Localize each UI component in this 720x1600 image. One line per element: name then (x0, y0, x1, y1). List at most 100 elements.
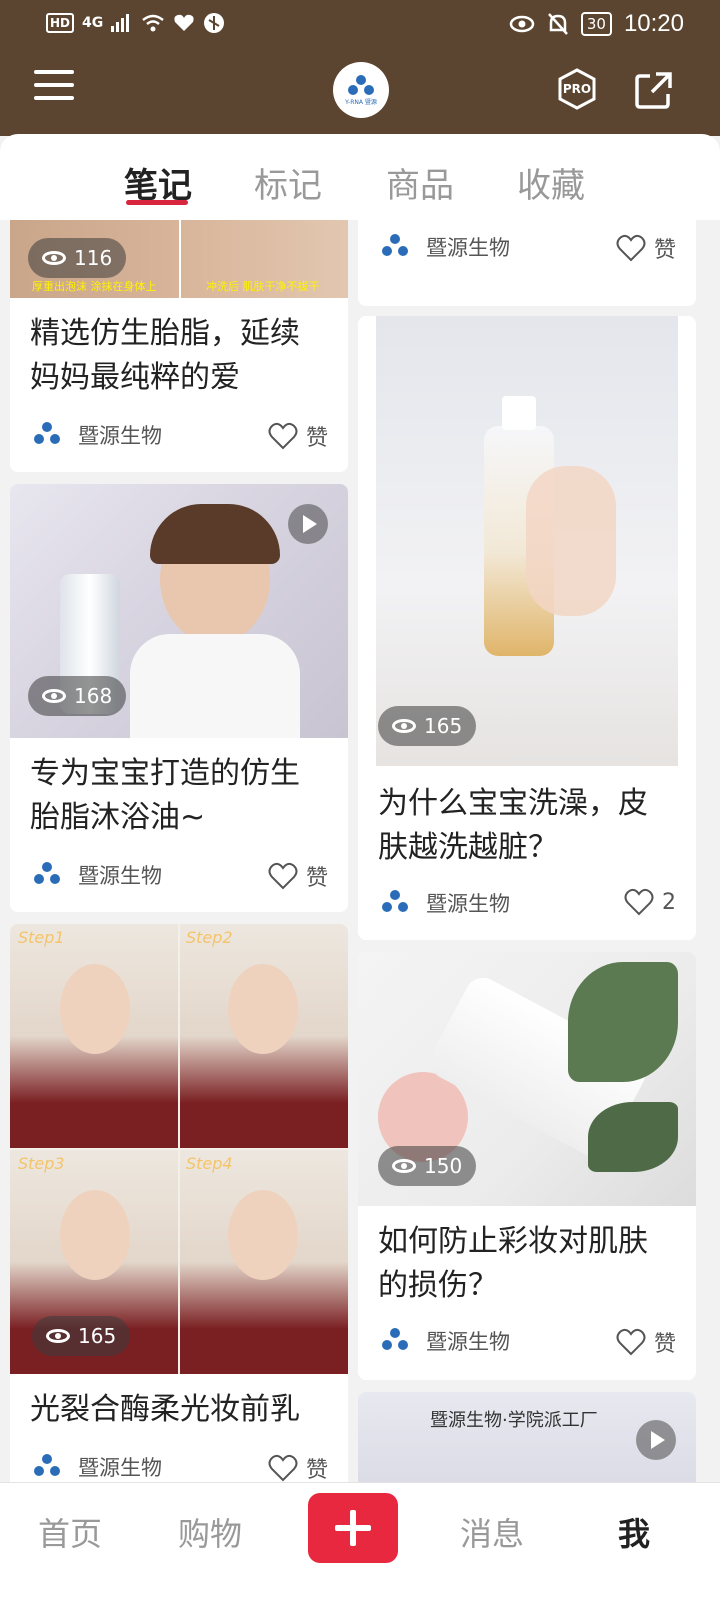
author-avatar (32, 420, 62, 450)
eye-icon (392, 719, 416, 733)
eye-icon (42, 251, 66, 265)
note-card[interactable]: 暨源生物·学院派工厂 (358, 1392, 696, 1482)
notes-feed[interactable]: 厚重出泡沫 涂抹在身体上 冲洗后 肌肤干净不拔干 116 精选仿生胎脂，延续 妈… (0, 220, 720, 1482)
view-count: 165 (378, 706, 477, 746)
menu-button[interactable] (34, 70, 74, 104)
health-heart-icon (174, 14, 194, 32)
note-author[interactable]: 暨源生物 (380, 888, 510, 918)
logo-mark-icon (348, 74, 374, 95)
like-button[interactable]: 赞 (616, 1326, 676, 1358)
note-card[interactable]: 165 为什么宝宝洗澡，皮 肤越洗越脏？ 暨源生物 2 (358, 316, 696, 940)
note-author[interactable]: 暨源生物 (32, 1452, 162, 1482)
like-button[interactable]: 赞 (268, 1452, 328, 1482)
like-count: 赞 (653, 238, 676, 263)
view-count-value: 165 (424, 714, 463, 738)
view-count: 165 (32, 1316, 131, 1356)
add-note-button[interactable] (308, 1493, 398, 1563)
author-avatar (380, 232, 410, 262)
bottle-pump (502, 396, 536, 430)
step-label: Step3 (18, 1154, 65, 1173)
play-icon[interactable] (636, 1420, 676, 1460)
play-icon[interactable] (288, 504, 328, 544)
eye-icon (42, 689, 66, 703)
note-card[interactable]: Step1 Step2 Step3 Step4 165 光裂合酶柔光妆前乳 暨源… (10, 924, 348, 1482)
eye-icon (46, 1329, 70, 1343)
note-title[interactable]: 如何防止彩妆对肌肤 的损伤？ (378, 1220, 648, 1308)
note-title-line: 胎脂沐浴油~ (30, 800, 206, 835)
view-count-value: 116 (74, 246, 113, 270)
status-right: 30 10:20 (509, 10, 684, 38)
like-count: 赞 (305, 426, 328, 451)
view-count-value: 168 (74, 684, 113, 708)
note-title-line: 专为宝宝打造的仿生 (30, 756, 300, 791)
note-title[interactable]: 精选仿生胎脂，延续 妈妈最纯粹的爱 (30, 312, 300, 400)
note-card[interactable]: 168 专为宝宝打造的仿生 胎脂沐浴油~ 暨源生物 赞 (10, 484, 348, 912)
clock: 10:20 (623, 10, 684, 37)
author-avatar (32, 860, 62, 890)
nav-me[interactable]: 我 (618, 1509, 650, 1555)
note-title-line: 肤越洗越脏？ (378, 830, 558, 865)
note-thumbnail: 165 (376, 316, 678, 766)
like-button[interactable]: 赞 (268, 420, 328, 452)
view-count: 116 (28, 238, 127, 278)
author-name: 暨源生物 (426, 892, 510, 916)
heart-icon (268, 422, 298, 450)
note-card[interactable]: 厚重出泡沫 涂抹在身体上 冲洗后 肌肤干净不拔干 116 精选仿生胎脂，延续 妈… (10, 220, 348, 472)
bottom-nav: 首页 购物 消息 我 (0, 1482, 720, 1600)
model-face (228, 1190, 298, 1280)
note-title[interactable]: 专为宝宝打造的仿生 胎脂沐浴油~ (30, 752, 300, 840)
note-title[interactable]: 光裂合酶柔光妆前乳 (30, 1388, 300, 1432)
tab-favorites[interactable]: 收藏 (517, 158, 585, 207)
nav-messages[interactable]: 消息 (460, 1509, 524, 1555)
author-avatar (380, 888, 410, 918)
note-title-line: 如何防止彩妆对肌肤 (378, 1224, 648, 1259)
thumbnail-caption: 厚重出泡沫 涂抹在身体上 (32, 280, 157, 293)
rose-leaves (568, 962, 678, 1082)
menu-icon-line (34, 83, 74, 87)
presenter-hair (150, 504, 280, 564)
note-title-line: 妈妈最纯粹的爱 (30, 360, 240, 395)
banner-text: 暨源生物·学院派工厂 (430, 1410, 598, 1431)
note-card[interactable]: 150 如何防止彩妆对肌肤 的损伤？ 暨源生物 赞 (358, 952, 696, 1380)
note-card[interactable]: 暨源生物 赞 (358, 220, 696, 306)
like-button[interactable]: 赞 (268, 860, 328, 892)
rose-leaves (588, 1102, 678, 1172)
brand-logo[interactable]: Y-RNA 暨源 (333, 62, 389, 118)
model-face (60, 964, 130, 1054)
note-author[interactable]: 暨源生物 (32, 860, 162, 890)
author-name: 暨源生物 (78, 864, 162, 888)
thumbnail-caption: 冲洗后 肌肤干净不拔干 (206, 280, 320, 293)
note-title[interactable]: 为什么宝宝洗澡，皮 肤越洗越脏？ (378, 782, 648, 870)
note-thumbnail: Step1 Step2 Step3 Step4 165 (10, 924, 348, 1374)
mute-bell-icon (547, 13, 568, 35)
author-name: 暨源生物 (78, 1456, 162, 1480)
app-notification-icon (204, 13, 225, 33)
like-count: 赞 (305, 866, 328, 891)
app-header: Y-RNA 暨源 PRO (0, 50, 720, 136)
step-label: Step4 (186, 1154, 233, 1173)
nav-shopping[interactable]: 购物 (178, 1509, 242, 1555)
like-count: 赞 (305, 1458, 328, 1482)
heart-icon (268, 1454, 298, 1482)
nav-home[interactable]: 首页 (38, 1509, 102, 1555)
step-label: Step2 (186, 928, 233, 947)
share-external-icon[interactable] (634, 70, 674, 110)
pro-button[interactable]: PRO (558, 68, 596, 110)
heart-icon (616, 1328, 646, 1356)
note-thumbnail: 厚重出泡沫 涂抹在身体上 冲洗后 肌肤干净不拔干 116 (10, 220, 348, 298)
author-avatar (380, 1326, 410, 1356)
hand (526, 466, 616, 616)
like-button[interactable]: 赞 (616, 232, 676, 264)
status-left: HD 4G (46, 12, 225, 34)
note-thumbnail: 168 (10, 484, 348, 738)
note-title-line: 精选仿生胎脂，延续 (30, 316, 300, 351)
tab-marks[interactable]: 标记 (254, 158, 322, 207)
active-tab-indicator (126, 200, 188, 205)
note-author[interactable]: 暨源生物 (380, 1326, 510, 1356)
tab-products[interactable]: 商品 (386, 158, 454, 207)
like-button[interactable]: 2 (624, 888, 676, 916)
note-author[interactable]: 暨源生物 (380, 232, 510, 262)
author-name: 暨源生物 (78, 424, 162, 448)
note-title-line: 为什么宝宝洗澡，皮 (378, 786, 648, 821)
note-author[interactable]: 暨源生物 (32, 420, 162, 450)
